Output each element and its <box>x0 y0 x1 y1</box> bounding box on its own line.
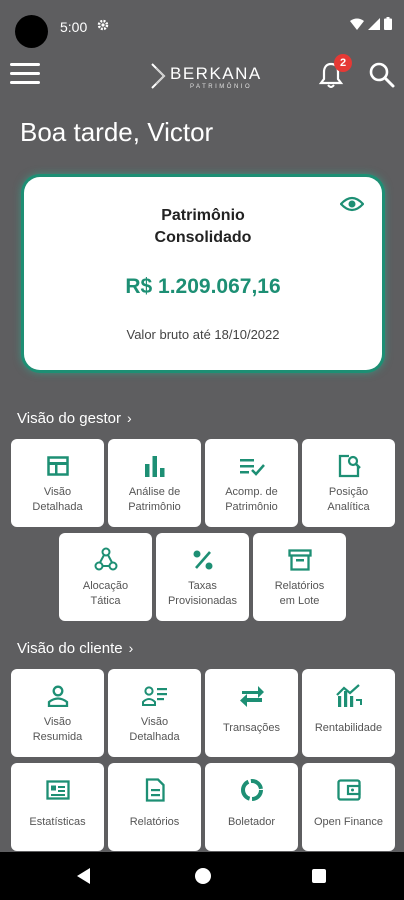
tile-label: Boletador <box>227 816 276 828</box>
settings-gear-icon <box>97 19 109 31</box>
tile-relatorios-lote[interactable]: Relatórios em Lote <box>253 533 346 621</box>
tile-label: Estatísticas <box>29 816 86 828</box>
tile-label: Alocação Tática <box>82 580 129 607</box>
tile-label: Relatórios <box>129 816 180 828</box>
tile-estatisticas[interactable]: Estatísticas <box>11 763 104 851</box>
section-header-gestor[interactable]: Visão do gestor › <box>17 410 132 427</box>
card-title-line2: Consolidado <box>154 229 252 246</box>
tile-boletador[interactable]: Boletador <box>205 763 298 851</box>
table-icon <box>11 453 104 479</box>
tile-taxas-provisionadas[interactable]: Taxas Provisionadas <box>156 533 249 621</box>
tile-transacoes[interactable]: Transações <box>205 669 298 757</box>
camera-cutout <box>15 15 48 48</box>
wifi-icon <box>350 18 364 30</box>
tile-visao-detalhada-cliente[interactable]: Visão Detalhada <box>108 669 201 757</box>
donut-icon <box>205 777 298 803</box>
tile-label: Taxas Provisionadas <box>167 580 238 607</box>
document-search-icon <box>302 453 395 479</box>
recents-square-icon[interactable] <box>312 869 326 883</box>
tile-label: Visão Detalhada <box>32 486 83 513</box>
tile-label: Transações <box>222 722 281 734</box>
tile-acomp-patrimonio[interactable]: Acomp. de Patrimônio <box>205 439 298 527</box>
battery-icon <box>384 17 392 30</box>
checklist-icon <box>205 453 298 479</box>
swap-arrows-icon <box>205 683 298 709</box>
bar-chart-icon <box>108 453 201 479</box>
card-title-line1: Patrimônio <box>161 207 245 224</box>
eye-visibility-icon[interactable] <box>340 195 364 213</box>
search-icon[interactable] <box>368 61 396 89</box>
person-icon <box>11 683 104 709</box>
tile-label: Posição Analítica <box>327 486 370 513</box>
tile-posicao-analitica[interactable]: Posição Analítica <box>302 439 395 527</box>
tile-label: Rentabilidade <box>314 722 383 734</box>
tile-label: Visão Detalhada <box>129 716 180 743</box>
hamburger-menu-icon[interactable] <box>10 63 40 87</box>
tile-label: Acomp. de Patrimônio <box>225 486 278 513</box>
status-time: 5:00 <box>60 19 88 35</box>
stats-card-icon <box>11 777 104 803</box>
value-date: Valor bruto até 18/10/2022 <box>126 327 280 342</box>
section-header-cliente[interactable]: Visão do cliente › <box>17 640 133 657</box>
tile-open-finance[interactable]: Open Finance <box>302 763 395 851</box>
patrimony-value: R$ 1.209.067,16 <box>125 275 281 298</box>
tile-label: Visão Resumida <box>32 716 83 743</box>
patrimony-card: Patrimônio Consolidado R$ 1.209.067,16 V… <box>24 177 382 370</box>
person-list-icon <box>108 683 201 709</box>
logo-mark-icon <box>151 63 166 89</box>
app-bar: BERKANA PATRIMÔNIO 2 <box>0 52 404 102</box>
notification-badge: 2 <box>334 54 352 72</box>
percent-icon <box>156 547 249 573</box>
system-nav-bar <box>0 852 404 900</box>
tile-rentabilidade[interactable]: Rentabilidade <box>302 669 395 757</box>
back-triangle-icon[interactable] <box>77 868 90 884</box>
section-title-gestor: Visão do gestor <box>17 410 121 427</box>
tile-analise-patrimonio[interactable]: Análise de Patrimônio <box>108 439 201 527</box>
greeting-text: Boa tarde, Victor <box>20 117 214 147</box>
tile-visao-detalhada-gestor[interactable]: Visão Detalhada <box>11 439 104 527</box>
tile-relatorios[interactable]: Relatórios <box>108 763 201 851</box>
chevron-right-icon: › <box>126 410 132 426</box>
signal-icon <box>368 17 380 30</box>
tile-alocacao-tatica[interactable]: Alocação Tática <box>59 533 152 621</box>
archive-icon <box>253 547 346 573</box>
tile-label: Open Finance <box>313 816 384 828</box>
chevron-right-icon: › <box>128 640 134 656</box>
berkana-logo: BERKANA PATRIMÔNIO <box>150 58 260 98</box>
hierarchy-icon <box>59 547 152 573</box>
tile-visao-resumida[interactable]: Visão Resumida <box>11 669 104 757</box>
section-title-cliente: Visão do cliente <box>17 640 123 657</box>
growth-chart-icon <box>302 683 395 709</box>
wallet-icon <box>302 777 395 803</box>
tile-label: Análise de Patrimônio <box>128 486 181 513</box>
tile-label: Relatórios em Lote <box>274 580 325 607</box>
status-bar: 5:00 <box>0 0 404 52</box>
logo-text: BERKANA <box>170 64 262 83</box>
logo-subtitle: PATRIMÔNIO <box>190 84 253 90</box>
home-circle-icon[interactable] <box>195 868 211 884</box>
report-doc-icon <box>108 777 201 803</box>
card-title: Patrimônio Consolidado <box>24 205 382 249</box>
